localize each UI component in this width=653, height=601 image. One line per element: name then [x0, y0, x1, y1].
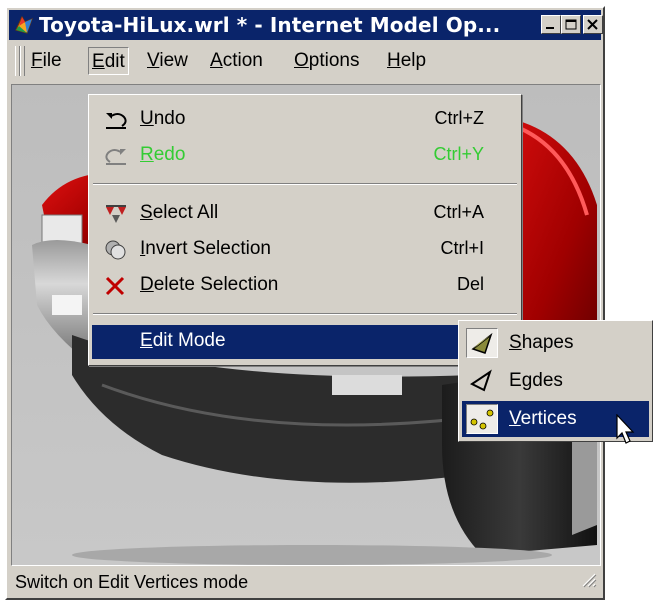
edges-label: Egdes	[509, 370, 563, 391]
edit-menu-dropdown: Undo Ctrl+Z Redo Ctrl+Y Select All Ctrl+…	[88, 94, 522, 366]
menu-options[interactable]: Options	[291, 47, 362, 75]
window-title: Toyota-HiLux.wrl * - Internet Model Op..…	[39, 13, 501, 37]
menu-help[interactable]: Help	[384, 47, 429, 75]
menu-action[interactable]: Action	[207, 47, 266, 75]
redo-icon	[104, 145, 128, 167]
shapes-icon	[466, 328, 498, 358]
maximize-button[interactable]	[561, 15, 581, 34]
menu-item-delete-selection[interactable]: Delete Selection Del	[92, 269, 518, 303]
delete-selection-label: Delete Selection	[140, 274, 279, 295]
submenu-item-shapes[interactable]: Shapes	[462, 325, 649, 361]
undo-label: Undo	[140, 108, 186, 129]
submenu-item-edges[interactable]: Egdes	[462, 363, 649, 399]
menu-bar: File Edit View Action Options Help	[9, 42, 601, 80]
close-icon	[587, 19, 598, 30]
undo-shortcut: Ctrl+Z	[434, 108, 485, 128]
menu-item-select-all[interactable]: Select All Ctrl+A	[92, 197, 518, 231]
delete-icon	[104, 275, 128, 297]
invert-selection-shortcut: Ctrl+I	[440, 238, 484, 258]
menu-item-edit-mode[interactable]: Edit Mode	[92, 325, 518, 359]
resize-grip-icon[interactable]	[579, 570, 597, 593]
menu-file[interactable]: File	[28, 47, 65, 75]
close-button[interactable]	[583, 15, 603, 34]
invert-selection-icon	[104, 239, 128, 261]
minimize-icon	[546, 27, 554, 29]
delete-selection-shortcut: Del	[456, 274, 484, 294]
maximize-icon	[565, 19, 577, 30]
status-text: Switch on Edit Vertices mode	[15, 572, 249, 592]
menu-item-invert-selection[interactable]: Invert Selection Ctrl+I	[92, 233, 518, 267]
vertices-icon	[466, 404, 498, 434]
menu-item-redo[interactable]: Redo Ctrl+Y	[92, 139, 518, 173]
app-icon[interactable]	[13, 14, 35, 36]
menu-view[interactable]: View	[144, 47, 191, 75]
minimize-button[interactable]	[541, 15, 561, 34]
undo-icon	[104, 109, 128, 131]
menu-item-undo[interactable]: Undo Ctrl+Z	[92, 103, 518, 137]
redo-label: Redo	[140, 144, 186, 165]
mouse-cursor-icon	[616, 413, 638, 453]
menu-separator-2	[93, 313, 517, 315]
menu-edit[interactable]: Edit	[88, 47, 129, 75]
invert-selection-label: Invert Selection	[140, 238, 271, 259]
edges-icon	[466, 366, 498, 396]
vertices-label: Vertices	[509, 408, 577, 429]
select-all-shortcut: Ctrl+A	[433, 202, 484, 222]
menubar-grip-2[interactable]	[20, 46, 25, 76]
status-bar: Switch on Edit Vertices mode	[9, 566, 601, 596]
menu-separator	[93, 183, 517, 185]
redo-shortcut: Ctrl+Y	[433, 144, 484, 164]
shapes-label: Shapes	[509, 332, 574, 353]
edit-mode-label: Edit Mode	[140, 330, 226, 351]
select-all-icon	[104, 203, 128, 225]
select-all-label: Select All	[140, 202, 219, 223]
title-bar[interactable]: Toyota-HiLux.wrl * - Internet Model Op..…	[9, 10, 603, 40]
